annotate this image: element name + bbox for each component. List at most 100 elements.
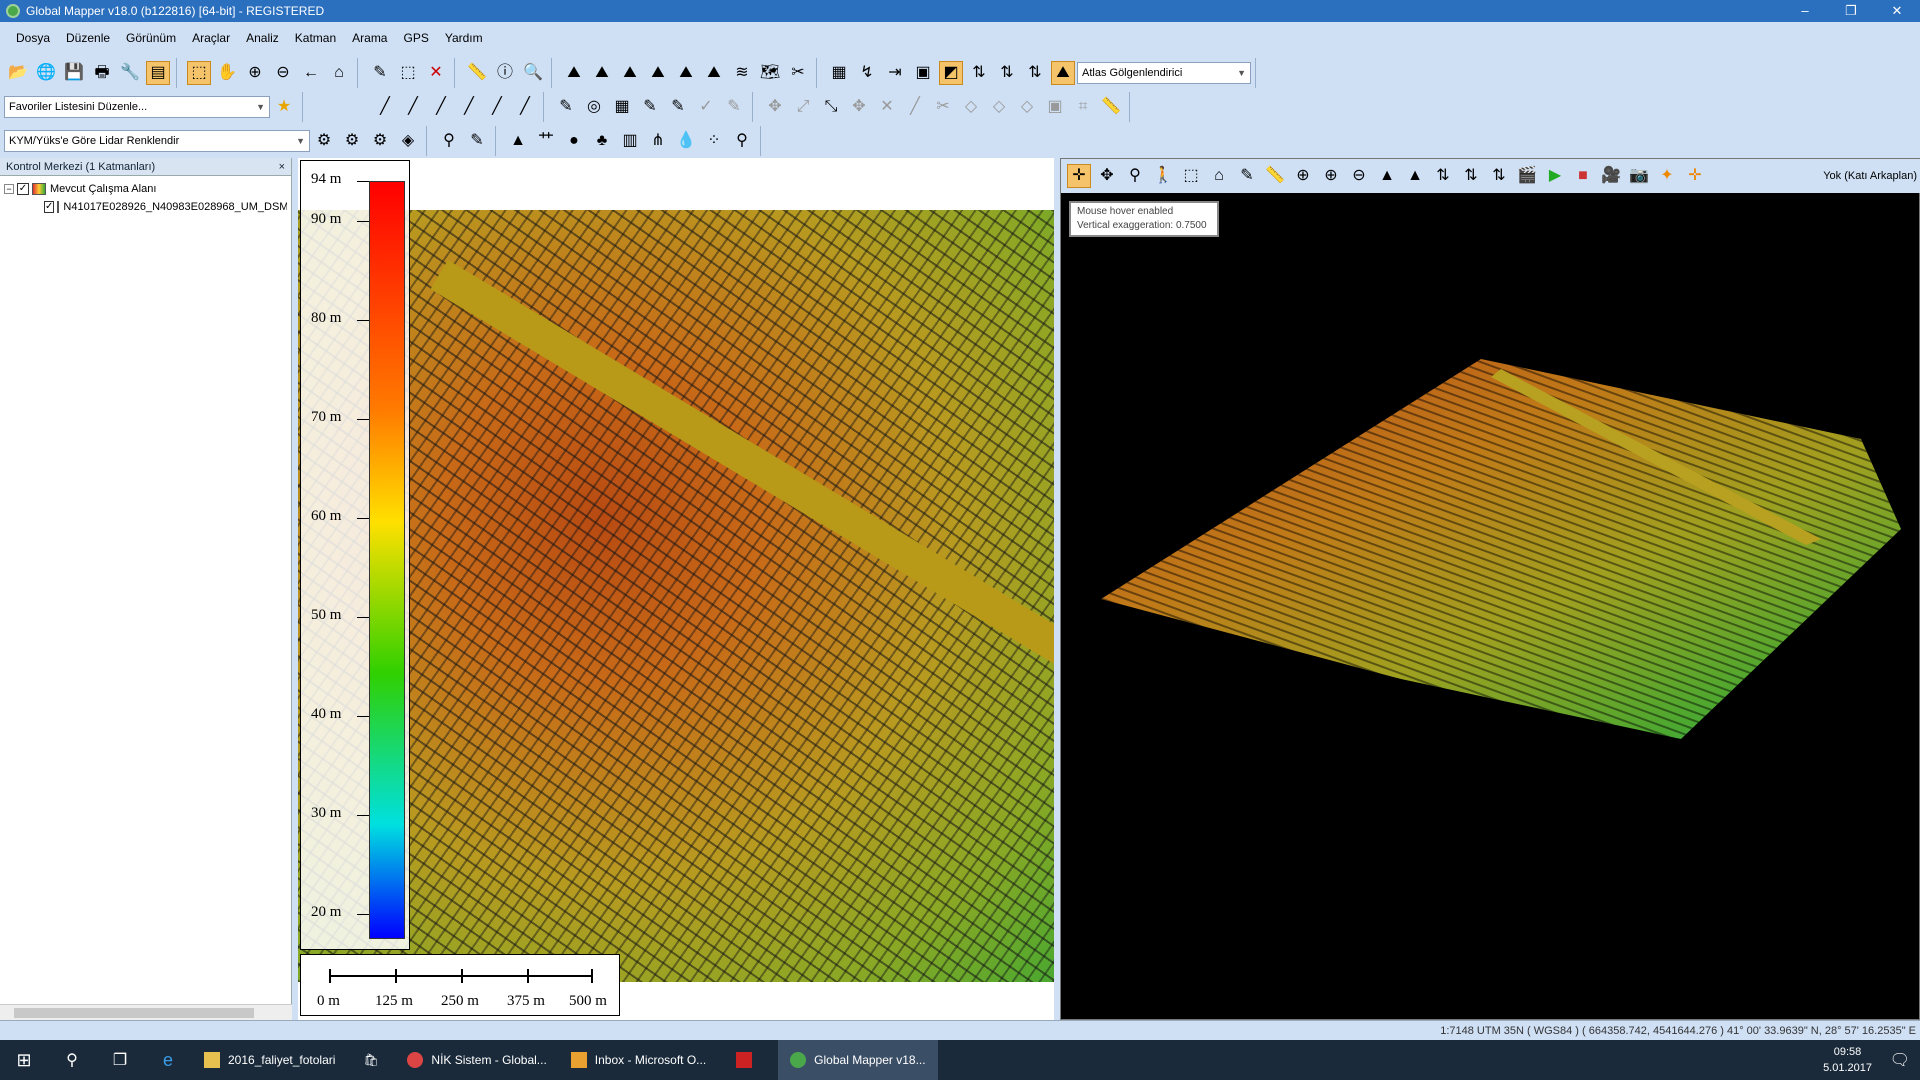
menu-dosya[interactable]: Dosya [16, 31, 50, 45]
surface-2-icon[interactable]: ▲ [1403, 164, 1427, 188]
crop-icon[interactable]: ⌗ [1071, 95, 1095, 119]
layers-icon[interactable]: ▤ [146, 61, 170, 85]
wrench-icon[interactable]: 🔧 [118, 61, 142, 85]
background-select[interactable]: Yok (Katı Arkaplan) [1823, 170, 1917, 182]
search-icon[interactable]: ⚲ [48, 1040, 96, 1080]
globe-icon[interactable]: 🌐 [34, 61, 58, 85]
maximize-button[interactable]: ❐ [1828, 0, 1874, 22]
exaggeration-1-icon[interactable]: ⇅ [1431, 164, 1455, 188]
zoom-in-icon[interactable]: ⊕ [243, 61, 267, 85]
windows-start-icon[interactable]: ⊞ [0, 1040, 48, 1080]
line-tool-2-icon[interactable]: ╱ [401, 95, 425, 119]
ground-icon[interactable]: ▲ [506, 129, 530, 153]
noise-icon[interactable]: ⁘ [702, 129, 726, 153]
menu-analiz[interactable]: Analiz [246, 31, 279, 45]
line-tool-3-icon[interactable]: ╱ [429, 95, 453, 119]
delete-icon[interactable]: ✕ [424, 61, 448, 85]
gear-2-icon[interactable]: ⚙ [340, 129, 364, 153]
favorites-select[interactable]: Favoriler Listesini Düzenle... ▼ [4, 96, 270, 118]
cross-icon[interactable]: ✛ [1683, 164, 1707, 188]
sun-icon[interactable]: ✦ [1655, 164, 1679, 188]
map-icon[interactable]: 🗺 [758, 61, 782, 85]
shader-select[interactable]: Atlas Gölgenlendirici ▼ [1077, 62, 1251, 84]
back-arrow-icon[interactable]: ← [299, 61, 323, 85]
tree-item-workspace[interactable]: − ✓ Mevcut Çalışma Alanı [4, 180, 287, 198]
crosshair-icon[interactable]: ✛ [1067, 164, 1091, 188]
print-icon[interactable]: 🖶 [90, 61, 114, 85]
vertex-3-icon[interactable]: ✥ [847, 95, 871, 119]
menu-araclar[interactable]: Araçlar [192, 31, 230, 45]
search-lidar-icon[interactable]: ⚲ [730, 129, 754, 153]
menu-gps[interactable]: GPS [403, 31, 428, 45]
contour-icon[interactable]: ≋ [730, 61, 754, 85]
tree-icon[interactable]: ♣ [590, 129, 614, 153]
measure-icon[interactable]: 📏 [465, 61, 489, 85]
menu-arama[interactable]: Arama [352, 31, 387, 45]
shader-toggle-icon[interactable]: ◩ [939, 61, 963, 85]
shrub-icon[interactable]: ● [562, 129, 586, 153]
tools-icon[interactable]: ✂ [786, 61, 810, 85]
layer-arrow-icon[interactable]: ⇥ [883, 61, 907, 85]
line-tool-6-icon[interactable]: ╱ [513, 95, 537, 119]
window-icon[interactable]: ▣ [911, 61, 935, 85]
find-icon[interactable]: 🔍 [521, 61, 545, 85]
menu-yardim[interactable]: Yardım [445, 31, 483, 45]
system-clock[interactable]: 09:58 5.01.2017 [1823, 1044, 1872, 1076]
zoom-out-3d-icon[interactable]: ⊖ [1347, 164, 1371, 188]
close-icon[interactable]: × [279, 161, 285, 173]
vertex-10-icon[interactable]: ▣ [1043, 95, 1067, 119]
draw-1-icon[interactable]: ✎ [554, 95, 578, 119]
check-icon[interactable]: ✓ [694, 95, 718, 119]
open-folder-icon[interactable]: 📂 [6, 61, 30, 85]
terrain-5-icon[interactable]: ⛰ [674, 61, 698, 85]
lidar-select[interactable]: KYM/Yüks'e Göre Lidar Renklendir ▼ [4, 130, 310, 152]
line-tool-1-icon[interactable]: ╱ [373, 95, 397, 119]
stop-icon[interactable]: ■ [1571, 164, 1595, 188]
taskbar-item-chrome[interactable]: NİK Sistem - Global... [395, 1040, 558, 1080]
line-tool-5-icon[interactable]: ╱ [485, 95, 509, 119]
vertex-6-icon[interactable]: ✂ [931, 95, 955, 119]
menu-gorunum[interactable]: Görünüm [126, 31, 176, 45]
home-3d-icon[interactable]: ⌂ [1207, 164, 1231, 188]
lidar-tool-icon[interactable]: ◈ [396, 129, 420, 153]
layer-checkbox[interactable]: ✓ [44, 201, 55, 213]
water-icon[interactable]: 💧 [674, 129, 698, 153]
grass-icon[interactable]: ⺾ [534, 129, 558, 153]
terrain-2-icon[interactable]: ⛰ [590, 61, 614, 85]
edit-icon[interactable]: ✎ [722, 95, 746, 119]
terrain-3-icon[interactable]: ⛰ [618, 61, 642, 85]
edge-icon[interactable]: e [144, 1040, 192, 1080]
3d-terrain-surface[interactable] [1101, 359, 1901, 739]
line-tool-4-icon[interactable]: ╱ [457, 95, 481, 119]
scrollbar-thumb[interactable] [14, 1008, 254, 1018]
pick-icon[interactable]: ⊕ [1291, 164, 1315, 188]
task-view-icon[interactable]: ❐ [96, 1040, 144, 1080]
gear-3-icon[interactable]: ⚙ [368, 129, 392, 153]
walk-icon[interactable]: 🚶 [1151, 164, 1175, 188]
taskbar-item-outlook[interactable]: Inbox - Microsoft O... [559, 1040, 718, 1080]
elev-3-icon[interactable]: ⇅ [1023, 61, 1047, 85]
draw-3-icon[interactable]: ✎ [666, 95, 690, 119]
menu-katman[interactable]: Katman [295, 31, 336, 45]
collapse-icon[interactable]: − [4, 184, 14, 194]
exaggeration-2-icon[interactable]: ⇅ [1459, 164, 1483, 188]
vertex-2-icon[interactable]: ⤡ [819, 95, 843, 119]
terrain-4-icon[interactable]: ⛰ [646, 61, 670, 85]
move-icon[interactable]: ✥ [763, 95, 787, 119]
map-view-2d[interactable]: 94 m 90 m 80 m 70 m 60 m 50 m 40 m 30 m … [298, 158, 1054, 1020]
path-icon[interactable]: ↯ [855, 61, 879, 85]
elev-2-icon[interactable]: ⇅ [995, 61, 1019, 85]
circle-icon[interactable]: ◎ [582, 95, 606, 119]
notification-icon[interactable]: 🗨 [1890, 1050, 1910, 1070]
atlas-shader-icon[interactable]: ⛰ [1051, 61, 1075, 85]
pan-hand-icon[interactable]: ✋ [215, 61, 239, 85]
building-icon[interactable]: ▥ [618, 129, 642, 153]
filter-icon[interactable]: ⚲ [437, 129, 461, 153]
select-tool-icon[interactable]: ⬚ [187, 61, 211, 85]
vertex-8-icon[interactable]: ◇ [987, 95, 1011, 119]
ruler-3d-icon[interactable]: 📏 [1263, 164, 1287, 188]
vertex-1-icon[interactable]: ⤢ [791, 95, 815, 119]
terrain-1-icon[interactable]: ⛰ [562, 61, 586, 85]
surface-1-icon[interactable]: ▲ [1375, 164, 1399, 188]
workspace-checkbox[interactable]: ✓ [17, 183, 29, 195]
